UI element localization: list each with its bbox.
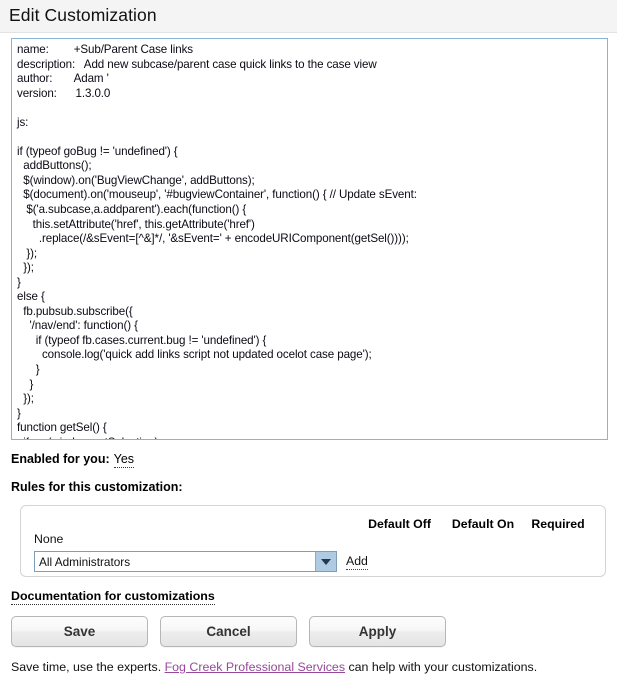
rules-add-controls: All Administrators Add <box>34 551 368 572</box>
rule-group-select-value: All Administrators <box>39 554 131 569</box>
apply-button[interactable]: Apply <box>309 616 446 647</box>
enabled-for-you-label: Enabled for you: <box>11 452 110 466</box>
chevron-down-icon[interactable] <box>315 552 336 571</box>
fog-creek-professional-services-link[interactable]: Fog Creek Professional Services <box>165 660 345 674</box>
enabled-for-you-value[interactable]: Yes <box>113 452 135 468</box>
caret-glyph <box>321 558 331 565</box>
footer-note-prefix: Save time, use the experts. <box>11 660 165 674</box>
column-header-default-off: Default Off <box>368 517 431 531</box>
add-rule-link[interactable]: Add <box>346 554 368 570</box>
page-header: Edit Customization <box>0 0 617 33</box>
page-title: Edit Customization <box>9 5 157 26</box>
rules-column-headers: Default Off Default On Required <box>357 517 592 531</box>
enabled-for-you-row: Enabled for you: Yes <box>11 452 617 468</box>
footer-note-suffix: can help with your customizations. <box>345 660 538 674</box>
customization-code-text[interactable]: name: +Sub/Parent Case links description… <box>12 39 607 439</box>
cancel-button[interactable]: Cancel <box>160 616 297 647</box>
form-action-buttons: Save Cancel Apply <box>11 616 617 647</box>
rules-empty-text: None <box>34 532 64 546</box>
rules-box: Default Off Default On Required None All… <box>20 505 606 577</box>
rules-section-label: Rules for this customization: <box>11 480 183 494</box>
rule-group-select[interactable]: All Administrators <box>34 551 337 572</box>
footer-note: Save time, use the experts. Fog Creek Pr… <box>11 660 617 674</box>
column-header-default-on: Default On <box>451 517 515 531</box>
column-header-required: Required <box>531 517 585 531</box>
documentation-link[interactable]: Documentation for customizations <box>11 589 215 605</box>
save-button[interactable]: Save <box>11 616 148 647</box>
customization-code-editor[interactable]: name: +Sub/Parent Case links description… <box>11 38 608 440</box>
